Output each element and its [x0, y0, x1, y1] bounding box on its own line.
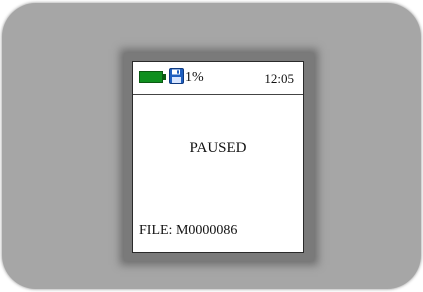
status-message: PAUSED [189, 140, 247, 156]
device-screen: 1% 12:05 PAUSED FILE: M0000086 [132, 61, 304, 253]
clock-time: 12:05 [264, 71, 294, 86]
floppy-disk-icon [169, 68, 184, 84]
battery-percent: 1% [185, 70, 204, 85]
device-frame: 1% 12:05 PAUSED FILE: M0000086 [2, 3, 421, 289]
status-bar: 1% 12:05 [133, 62, 303, 95]
battery-icon [139, 71, 166, 83]
file-label: FILE: M0000086 [139, 223, 238, 238]
